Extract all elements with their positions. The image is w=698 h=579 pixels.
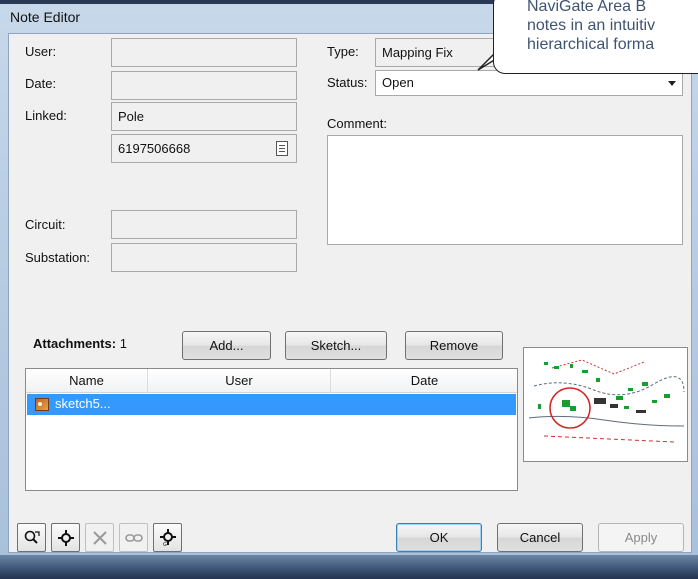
comment-label: Comment: <box>327 116 387 131</box>
attachments-label: Attachments: 1 <box>33 336 127 351</box>
column-header-user[interactable]: User <box>148 369 331 393</box>
link-button[interactable] <box>119 523 148 552</box>
circuit-field[interactable] <box>111 210 297 239</box>
circuit-label: Circuit: <box>25 217 66 232</box>
sketch-thumbnail[interactable] <box>523 347 688 462</box>
table-row[interactable]: sketch5... <box>27 394 516 415</box>
user-field[interactable] <box>111 38 297 67</box>
ok-button[interactable]: OK <box>396 523 482 552</box>
linked-id-value: 6197506668 <box>118 141 191 156</box>
cancel-button[interactable]: Cancel <box>497 523 583 552</box>
user-label: User: <box>25 44 57 59</box>
callout-line-3: hierarchical forma <box>527 36 655 53</box>
svg-text:G: G <box>163 542 167 547</box>
row-name: sketch5... <box>55 396 111 411</box>
notepad-icon[interactable] <box>276 141 288 156</box>
link-icon <box>124 533 143 542</box>
window-bottom-edge <box>0 555 698 579</box>
chevron-down-icon <box>668 81 676 86</box>
go-to-location-button[interactable]: G <box>153 523 182 552</box>
date-field[interactable] <box>111 71 297 100</box>
delete-button[interactable] <box>85 523 114 552</box>
map-preview-image <box>524 348 687 461</box>
linked-type-field[interactable]: Pole <box>111 102 297 131</box>
table-header: Name User Date <box>26 369 517 393</box>
delete-icon <box>92 530 107 545</box>
locate-button[interactable] <box>51 523 80 552</box>
status-value: Open <box>382 75 414 90</box>
dialog-body: User: Date: Linked: Pole 6197506668 Circ… <box>8 33 692 553</box>
callout-line-2: notes in an intuitiv <box>527 17 656 34</box>
attachments-table[interactable]: Name User Date sketch5... <box>25 368 518 491</box>
substation-field[interactable] <box>111 243 297 272</box>
locate-icon <box>57 529 74 546</box>
comment-textarea[interactable] <box>327 135 683 245</box>
substation-label: Substation: <box>25 250 91 265</box>
remove-attachment-button[interactable]: Remove <box>405 331 503 360</box>
date-label: Date: <box>25 76 57 91</box>
zoom-to-note-icon <box>24 530 40 544</box>
zoom-to-note-button[interactable] <box>17 523 46 552</box>
tutorial-callout: NaviGate Area B notes in an intuitiv hie… <box>493 0 698 74</box>
callout-line-1: NaviGate Area B <box>527 0 647 15</box>
column-header-date[interactable]: Date <box>331 369 518 393</box>
apply-button[interactable]: Apply <box>598 523 684 552</box>
linked-label: Linked: <box>25 108 67 123</box>
linked-id-field[interactable]: 6197506668 <box>111 134 297 163</box>
image-file-icon <box>35 398 49 411</box>
sketch-button[interactable]: Sketch... <box>285 331 387 360</box>
status-label: Status: <box>327 75 368 90</box>
go-to-location-icon: G <box>159 528 176 547</box>
type-label: Type: <box>327 44 359 59</box>
window-title: Note Editor <box>10 9 81 25</box>
column-header-name[interactable]: Name <box>26 369 148 393</box>
attachments-count: 1 <box>119 336 127 351</box>
add-attachment-button[interactable]: Add... <box>182 331 271 360</box>
